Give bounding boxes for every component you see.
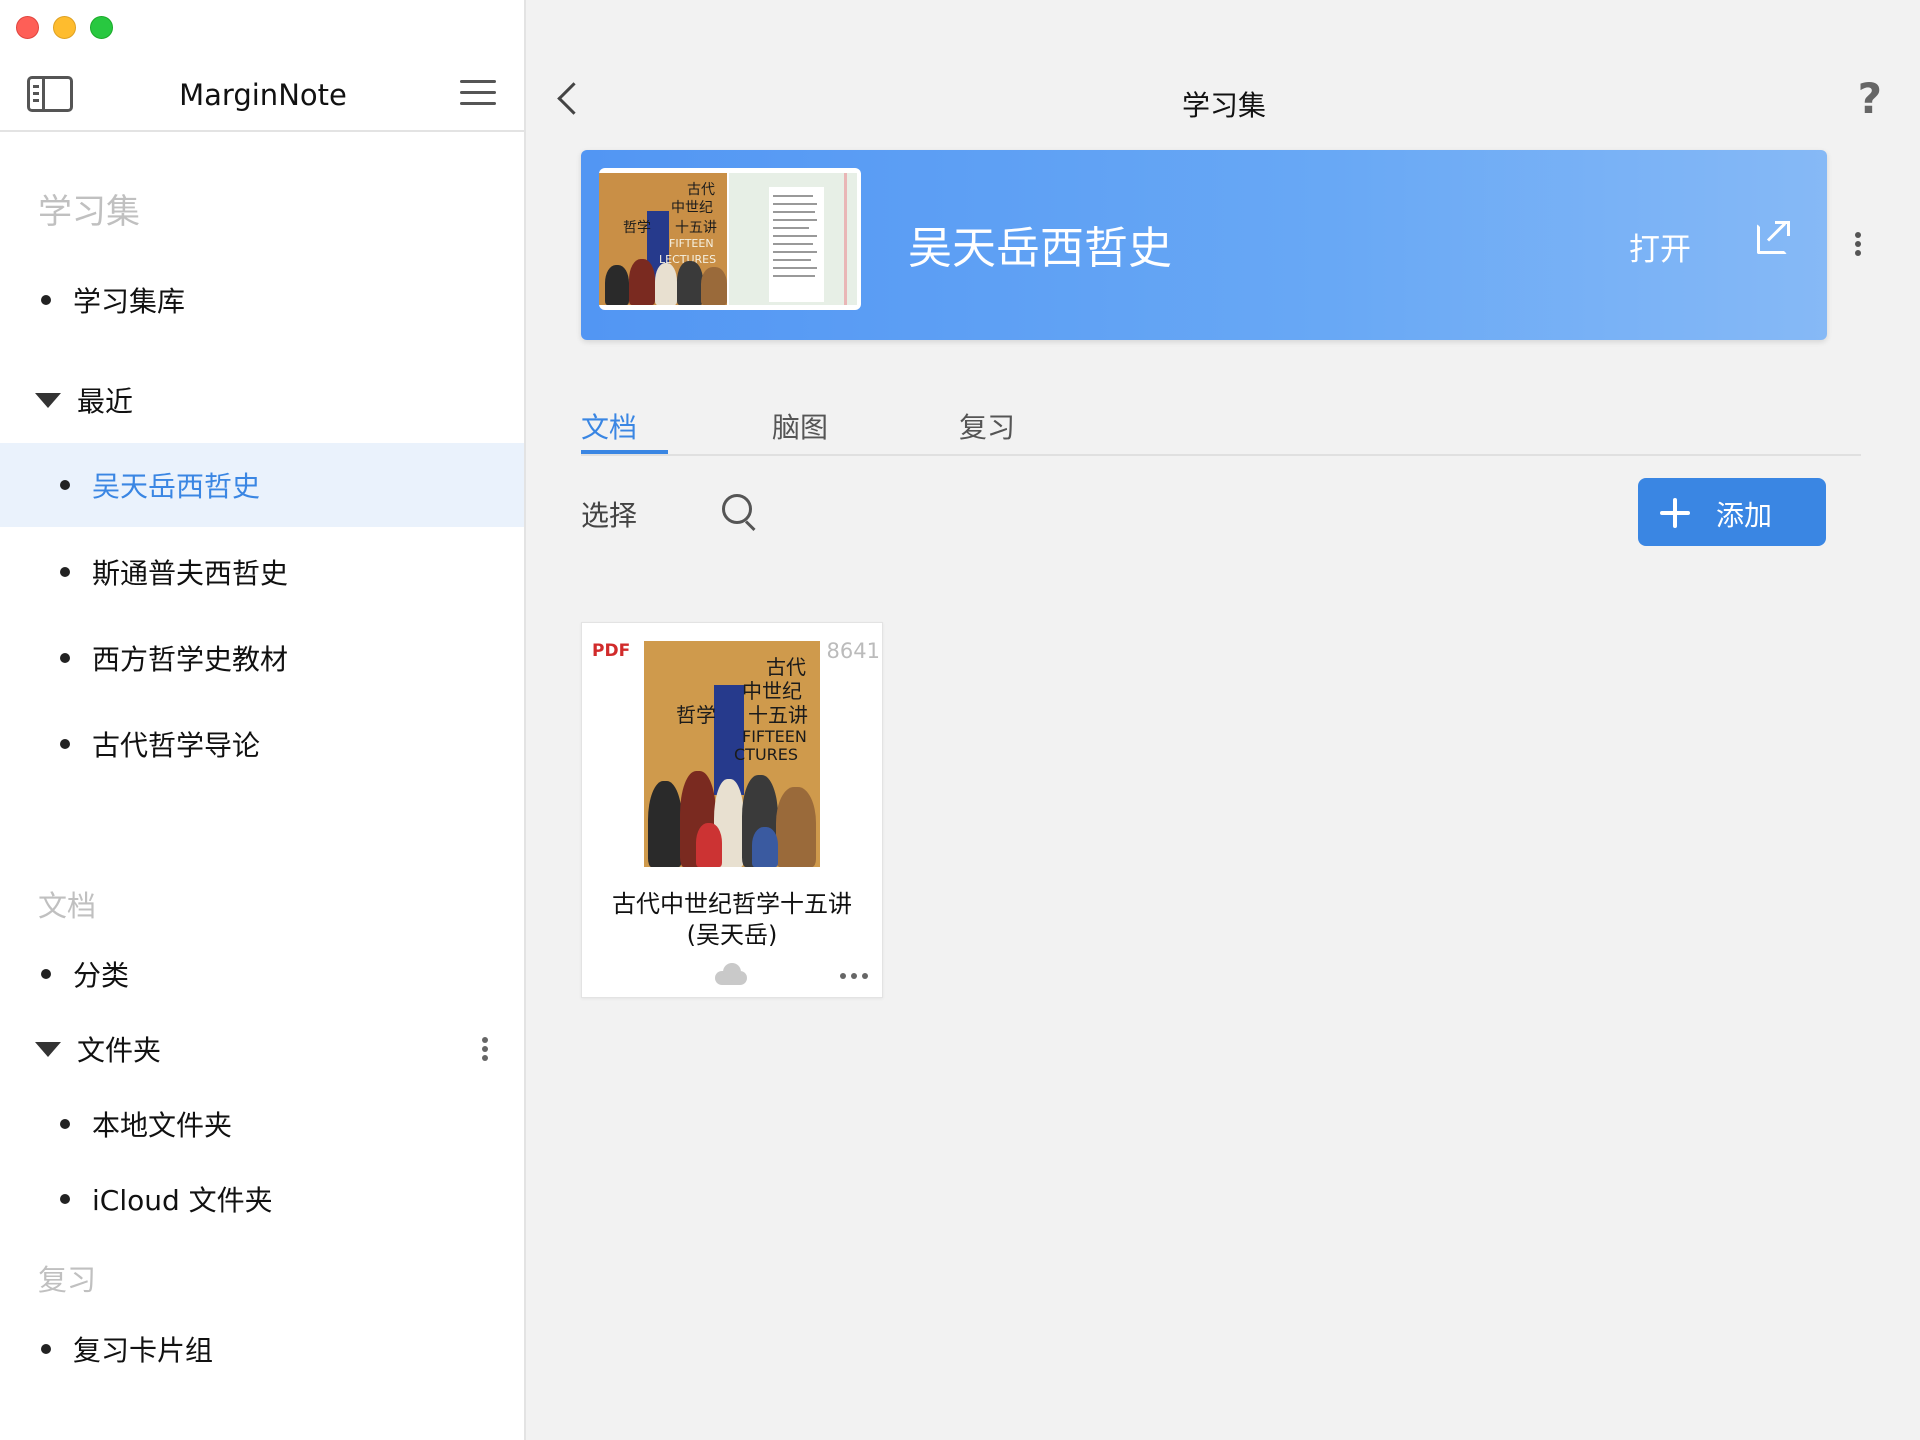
bullet-icon: [41, 969, 51, 979]
sidebar-item-label: 分类: [73, 959, 130, 992]
section-title-collections: 学习集: [38, 192, 140, 232]
collection-banner[interactable]: 古代 中世纪 哲学 十五讲 FIFTEEN LECTURES 吴天岳西哲史 打开: [581, 150, 1827, 340]
active-tab-indicator: [581, 450, 668, 454]
bullet-icon: [60, 1194, 70, 1204]
cloud-icon: [713, 963, 749, 985]
open-collection-button[interactable]: 打开: [1629, 224, 1691, 269]
sidebar-item-icloud-folder[interactable]: iCloud 文件夹: [0, 1157, 524, 1241]
sidebar-item-categories[interactable]: 分类: [0, 932, 524, 1016]
sidebar-item-label: 西方哲学史教材: [92, 643, 289, 676]
tab-documents[interactable]: 文档: [581, 406, 637, 446]
bullet-icon: [41, 1344, 51, 1354]
bullet-icon: [41, 295, 51, 305]
sidebar-item-label: 古代哲学导论: [92, 729, 261, 762]
search-icon[interactable]: [718, 490, 758, 530]
content-tabs: 文档 脑图 复习: [581, 400, 1861, 456]
document-name-line2: (吴天岳): [686, 921, 778, 949]
main-panel: 学习集 ? 古代 中世纪 哲学 十五讲 FIFTEEN LECTURES 吴天岳…: [528, 0, 1920, 1440]
tab-mindmap[interactable]: 脑图: [772, 406, 828, 446]
book-cover-thumbnail: 古代 中世纪 哲学 十五讲 FIFTEEN LECTURES: [599, 173, 727, 305]
sidebar-item-recent-4[interactable]: 古代哲学导论: [0, 702, 524, 786]
page-preview-thumbnail: [729, 173, 857, 305]
disclosure-triangle-icon[interactable]: [35, 1041, 61, 1057]
disclosure-triangle-icon[interactable]: [35, 392, 61, 408]
more-vertical-icon[interactable]: [482, 1037, 488, 1061]
document-card[interactable]: PDF 8641 古代 中世纪 哲学 十五讲 FIFTEEN CTURES 古代…: [581, 622, 883, 998]
document-cover: 古代 中世纪 哲学 十五讲 FIFTEEN CTURES: [644, 641, 820, 867]
sidebar-item-label: 本地文件夹: [92, 1109, 233, 1142]
document-name: 古代中世纪哲学十五讲 (吴天岳): [582, 889, 882, 951]
sidebar-item-collections-library[interactable]: 学习集库: [0, 258, 524, 342]
open-external-icon[interactable]: [1757, 221, 1790, 254]
sidebar: MarginNote 学习集 学习集库 最近 吴天岳西哲史 斯通普夫西哲史 西方…: [0, 0, 526, 1440]
collection-more-icon[interactable]: [1855, 232, 1861, 256]
bullet-icon: [60, 480, 70, 490]
page-title: 学习集: [1181, 89, 1266, 122]
sidebar-item-label: 文件夹: [77, 1034, 162, 1067]
bullet-icon: [60, 567, 70, 577]
sidebar-item-label: 复习卡片组: [73, 1334, 214, 1367]
sidebar-item-recent-2[interactable]: 斯通普夫西哲史: [0, 530, 524, 614]
sidebar-header: MarginNote: [0, 70, 526, 132]
window-controls: [16, 16, 113, 39]
minimize-window-button[interactable]: [53, 16, 76, 39]
sidebar-item-label: iCloud 文件夹: [92, 1184, 273, 1217]
add-document-button[interactable]: 添加: [1638, 478, 1826, 546]
add-button-label: 添加: [1716, 499, 1773, 532]
document-more-icon[interactable]: [840, 973, 868, 979]
app-window: MarginNote 学习集 学习集库 最近 吴天岳西哲史 斯通普夫西哲史 西方…: [0, 0, 1920, 1440]
app-title: MarginNote: [179, 78, 347, 112]
sidebar-item-label: 斯通普夫西哲史: [92, 557, 289, 590]
section-title-documents: 文档: [38, 889, 97, 923]
select-button[interactable]: 选择: [581, 494, 637, 534]
bullet-icon: [60, 653, 70, 663]
help-icon[interactable]: ?: [1858, 74, 1882, 123]
sidebar-item-label: 吴天岳西哲史: [92, 470, 261, 503]
sidebar-item-label: 学习集库: [73, 285, 186, 318]
bullet-icon: [60, 739, 70, 749]
section-title-review: 复习: [38, 1263, 97, 1297]
sidebar-item-label: 最近: [77, 385, 134, 418]
sidebar-group-recent[interactable]: 最近: [0, 358, 524, 442]
collection-title: 吴天岳西哲史: [908, 223, 1172, 274]
page-count: 8641: [826, 639, 880, 663]
sidebar-item-recent-1[interactable]: 吴天岳西哲史: [0, 443, 524, 527]
collection-thumbnail: 古代 中世纪 哲学 十五讲 FIFTEEN LECTURES: [599, 168, 861, 310]
close-window-button[interactable]: [16, 16, 39, 39]
sidebar-item-recent-3[interactable]: 西方哲学史教材: [0, 616, 524, 700]
document-name-line1: 古代中世纪哲学十五讲: [612, 890, 852, 918]
tab-review[interactable]: 复习: [959, 406, 1015, 446]
hamburger-menu-icon[interactable]: [460, 80, 496, 106]
file-type-badge: PDF: [592, 641, 631, 661]
sidebar-item-review-decks[interactable]: 复习卡片组: [0, 1307, 524, 1391]
maximize-window-button[interactable]: [90, 16, 113, 39]
sidebar-group-folders[interactable]: 文件夹: [0, 1007, 524, 1091]
bullet-icon: [60, 1119, 70, 1129]
plus-icon: [1660, 498, 1690, 528]
sidebar-item-local-folder[interactable]: 本地文件夹: [0, 1082, 524, 1166]
